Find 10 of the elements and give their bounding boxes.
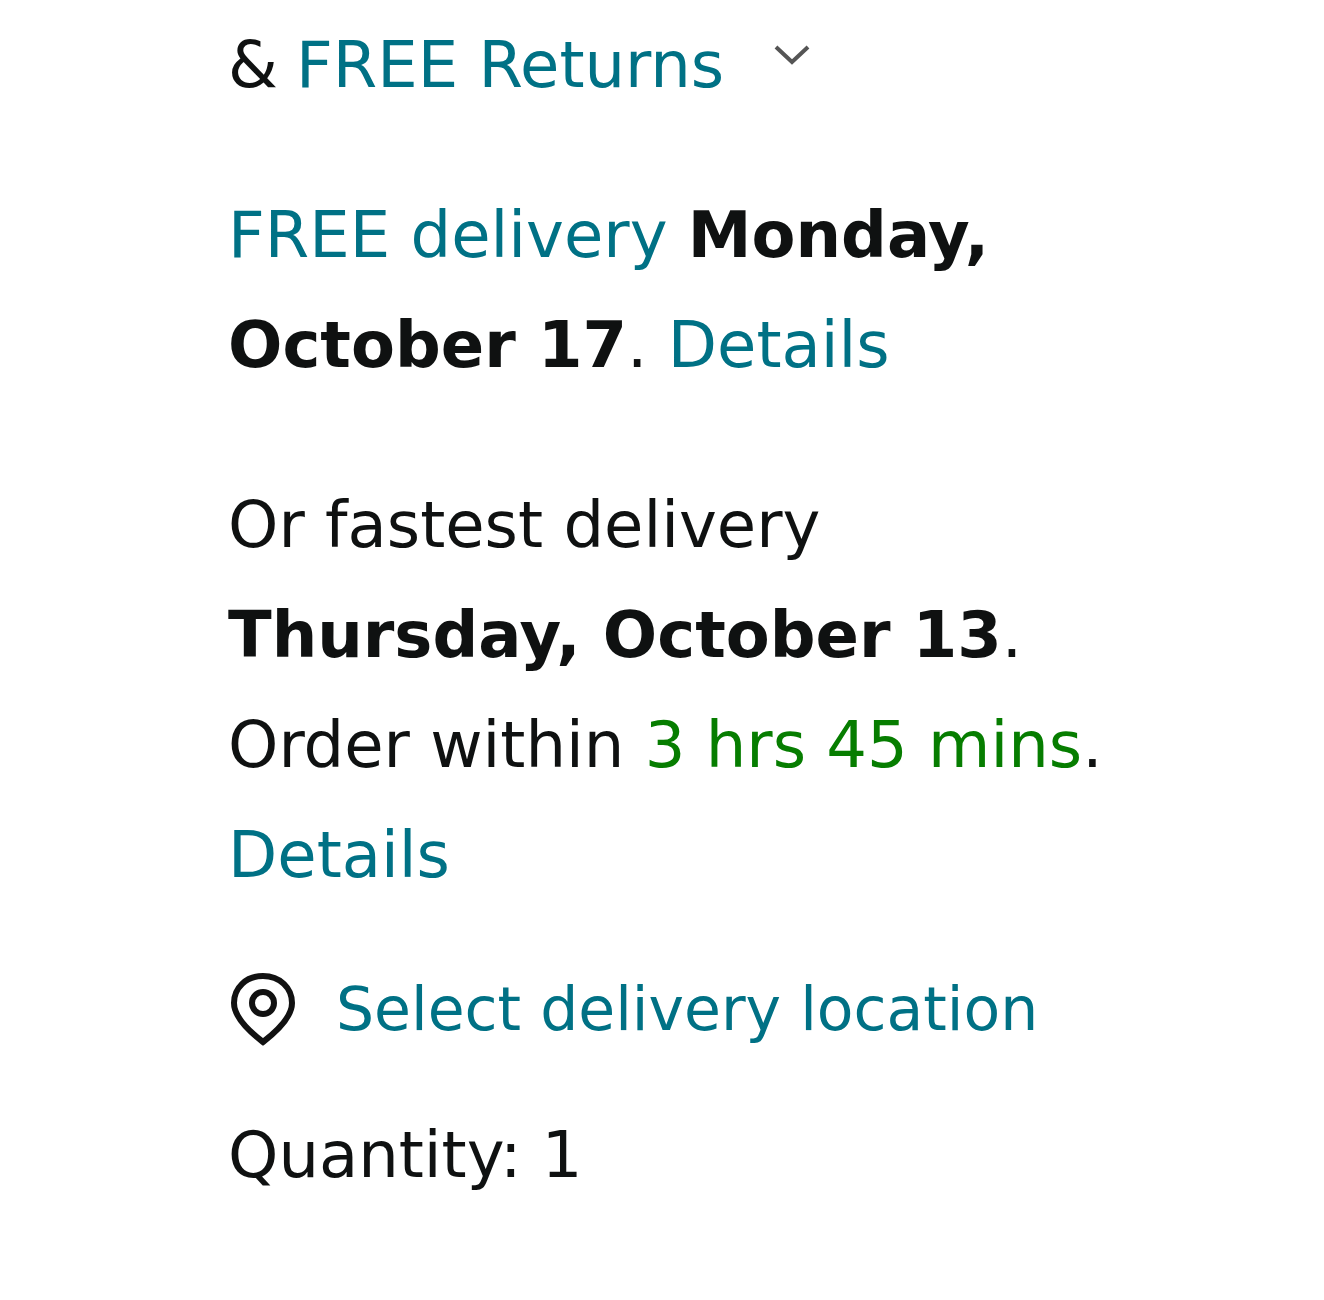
delivery-text: FREE delivery Monday, October 17. Details xyxy=(228,197,991,384)
ampersand-text: & xyxy=(228,28,278,102)
details-link[interactable]: Details xyxy=(667,308,890,382)
quantity-text: Quantity: 1 xyxy=(228,1118,584,1192)
free-delivery-link[interactable]: FREE delivery xyxy=(228,198,668,272)
details-link[interactable]: Details xyxy=(228,818,450,892)
location-pin-icon xyxy=(228,970,298,1048)
free-returns-link[interactable]: FREE Returns xyxy=(295,28,725,102)
select-location-link[interactable]: Select delivery location xyxy=(336,974,1039,1044)
fastest-delivery-text: Or fastest delivery Thursday, October 13. Order within 3 hrs 45 mins. Details xyxy=(228,487,1104,894)
